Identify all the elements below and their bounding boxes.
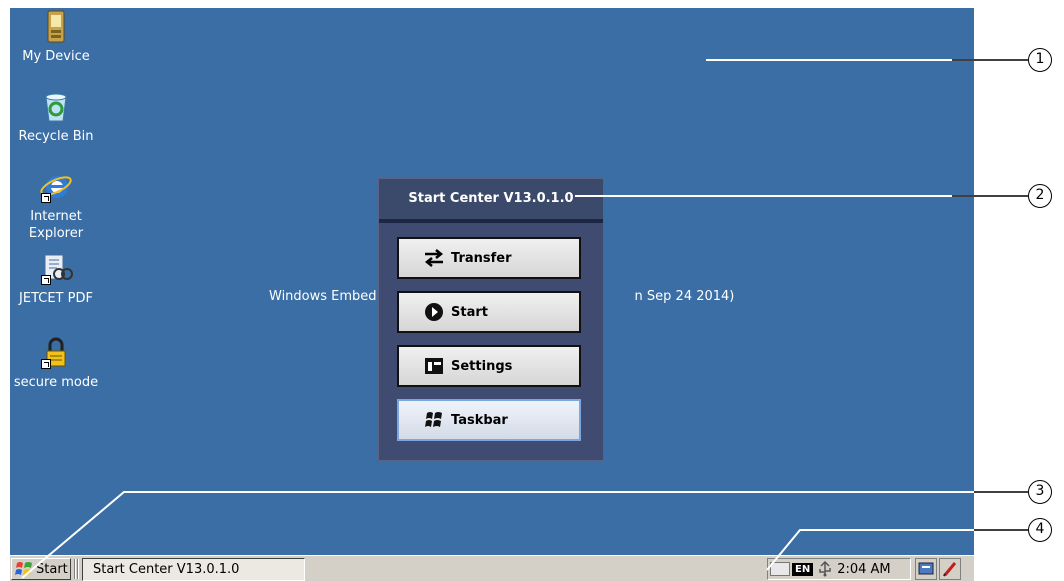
- start-center-window: Start Center V13.0.1.0 Transfer Start Se…: [378, 178, 604, 461]
- callout-2: 2: [1028, 184, 1052, 208]
- internet-explorer-icon: [39, 170, 73, 204]
- keyboard-icon[interactable]: [770, 562, 790, 576]
- system-tray: EN 2:04 AM: [767, 558, 911, 580]
- desktop-icon-recycle-bin[interactable]: Recycle Bin: [10, 90, 104, 145]
- pen-icon: [943, 562, 957, 577]
- taskbar-clock[interactable]: 2:04 AM: [837, 562, 890, 577]
- desktop-icon-secure-mode[interactable]: secure mode: [10, 336, 104, 391]
- taskbar-separator: [74, 559, 76, 579]
- desktop-icon-internet-explorer[interactable]: Internet Explorer: [10, 170, 104, 242]
- settings-button-label: Settings: [451, 358, 513, 374]
- recycle-bin-icon: [39, 90, 73, 124]
- usb-icon[interactable]: [817, 561, 833, 577]
- desktop: My Device Recycle Bin Internet Explorer …: [10, 8, 974, 555]
- language-indicator[interactable]: EN: [792, 562, 814, 576]
- start-center-title: Start Center V13.0.1.0: [379, 179, 603, 219]
- windows-flag-icon: [423, 409, 445, 431]
- desktop-switch-button[interactable]: [915, 558, 937, 580]
- callout-4: 4: [1028, 518, 1052, 542]
- start-button[interactable]: Start: [397, 291, 581, 333]
- windows-logo-icon: [15, 562, 32, 575]
- taskbar-separator: [77, 559, 79, 579]
- desktop-switch-icon: [918, 562, 934, 575]
- start-menu-label: Start: [36, 561, 68, 577]
- desktop-icon-label: Internet Explorer: [28, 209, 84, 241]
- taskbar-button-label: Taskbar: [451, 412, 508, 428]
- lock-icon: [39, 336, 73, 370]
- version-text-left: Windows Embed: [269, 289, 377, 304]
- desktop-icon-my-device[interactable]: My Device: [10, 10, 104, 65]
- taskbar: Start Start Center V13.0.1.0 EN 2:04 AM: [10, 555, 974, 581]
- callout-3: 3: [1028, 480, 1052, 504]
- start-center-body: Transfer Start Settings Taskbar: [379, 223, 603, 460]
- start-menu-button[interactable]: Start: [11, 558, 71, 580]
- desktop-icon-label: My Device: [22, 49, 90, 64]
- taskbar-button[interactable]: Taskbar: [397, 399, 581, 441]
- settings-button[interactable]: Settings: [397, 345, 581, 387]
- pda-icon: [39, 10, 73, 44]
- jetcet-pdf-icon: [39, 252, 73, 286]
- settings-window-icon: [423, 355, 445, 377]
- transfer-arrows-icon: [423, 247, 445, 269]
- version-text-right: n Sep 24 2014): [634, 289, 735, 304]
- play-icon: [423, 301, 445, 323]
- stylus-button[interactable]: [939, 558, 961, 580]
- taskbar-item-start-center[interactable]: Start Center V13.0.1.0: [82, 558, 305, 581]
- desktop-icon-label: JETCET PDF: [19, 291, 93, 306]
- transfer-button[interactable]: Transfer: [397, 237, 581, 279]
- desktop-icon-label: secure mode: [13, 375, 99, 390]
- desktop-icon-jetcet-pdf[interactable]: JETCET PDF: [10, 252, 104, 307]
- transfer-button-label: Transfer: [451, 250, 512, 266]
- desktop-icon-label: Recycle Bin: [18, 129, 94, 144]
- start-button-label: Start: [451, 304, 488, 320]
- callout-1: 1: [1028, 48, 1052, 72]
